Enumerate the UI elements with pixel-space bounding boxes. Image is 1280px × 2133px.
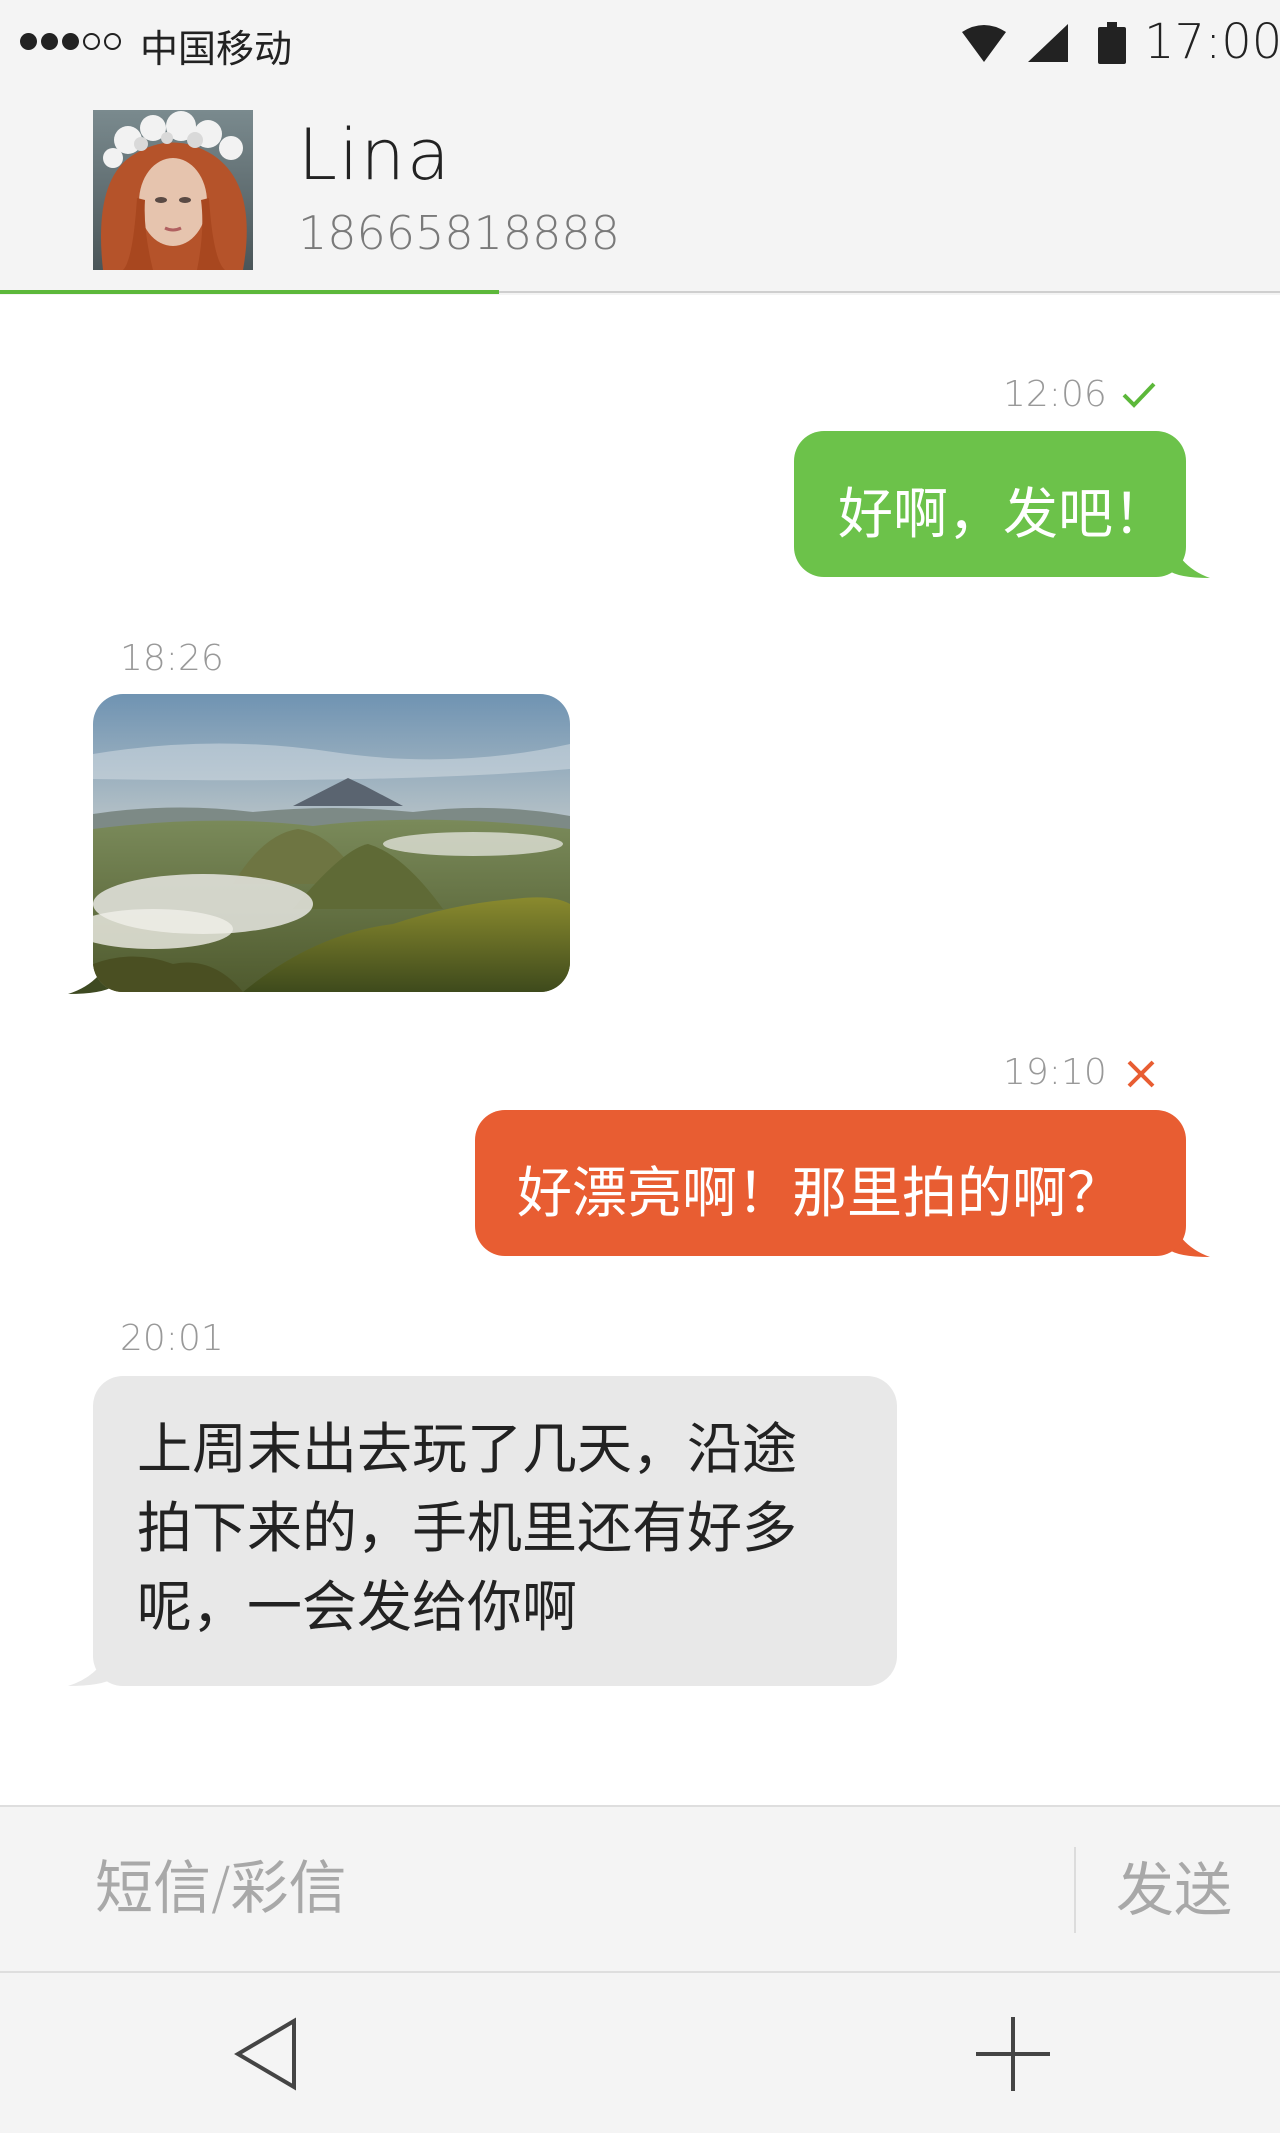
message-text: 好啊，发吧！ xyxy=(838,482,1169,546)
message-time: 18:26 xyxy=(120,638,224,679)
message-input[interactable] xyxy=(93,1837,1057,1939)
message-text: 好漂亮啊！那里拍的啊？ xyxy=(517,1161,1123,1225)
message-text: 上周末出去玩了几天，沿途 拍下来的，手机里还有好多 呢，一会发给你啊 xyxy=(137,1410,877,1647)
sent-message-bubble[interactable]: 好啊，发吧！ xyxy=(794,431,1186,577)
mountain-landscape-photo[interactable] xyxy=(93,694,570,992)
check-icon xyxy=(1122,382,1156,408)
status-time: 17:00 xyxy=(1144,14,1280,70)
send-progress-bar xyxy=(0,290,499,294)
composer-bar: 发送 xyxy=(0,1805,1280,1973)
conversation-header: Lina 18665818888 xyxy=(0,84,1280,295)
navigation-bar xyxy=(0,1973,1280,2133)
cross-icon[interactable] xyxy=(1122,1055,1160,1093)
send-button[interactable]: 发送 xyxy=(1116,1843,1232,1927)
message-time: 20:01 xyxy=(120,1318,224,1359)
wifi-icon xyxy=(962,25,1006,62)
back-triangle-icon[interactable] xyxy=(232,2017,298,2091)
contact-avatar[interactable] xyxy=(93,110,253,270)
composer-divider xyxy=(1074,1847,1076,1933)
received-message-bubble[interactable]: 上周末出去玩了几天，沿途 拍下来的，手机里还有好多 呢，一会发给你啊 xyxy=(93,1376,897,1686)
message-line: 上周末出去玩了几天，沿途 xyxy=(137,1417,798,1481)
contact-number: 18665818888 xyxy=(298,206,620,260)
message-time: 12:06 xyxy=(1003,374,1107,415)
message-time: 19:10 xyxy=(1003,1052,1107,1093)
cellular-signal-icon xyxy=(1028,24,1068,62)
battery-icon xyxy=(1098,22,1126,64)
message-line: 拍下来的，手机里还有好多 xyxy=(137,1496,798,1560)
carrier-name: 中国移动 xyxy=(140,27,293,71)
plus-icon[interactable] xyxy=(974,2015,1052,2093)
status-bar: 中国移动 17:00 xyxy=(0,0,1280,84)
message-line: 呢，一会发给你啊 xyxy=(137,1575,578,1639)
signal-dots-icon xyxy=(20,30,121,52)
failed-message-bubble[interactable]: 好漂亮啊！那里拍的啊？ xyxy=(475,1110,1186,1256)
contact-name: Lina xyxy=(298,114,452,196)
